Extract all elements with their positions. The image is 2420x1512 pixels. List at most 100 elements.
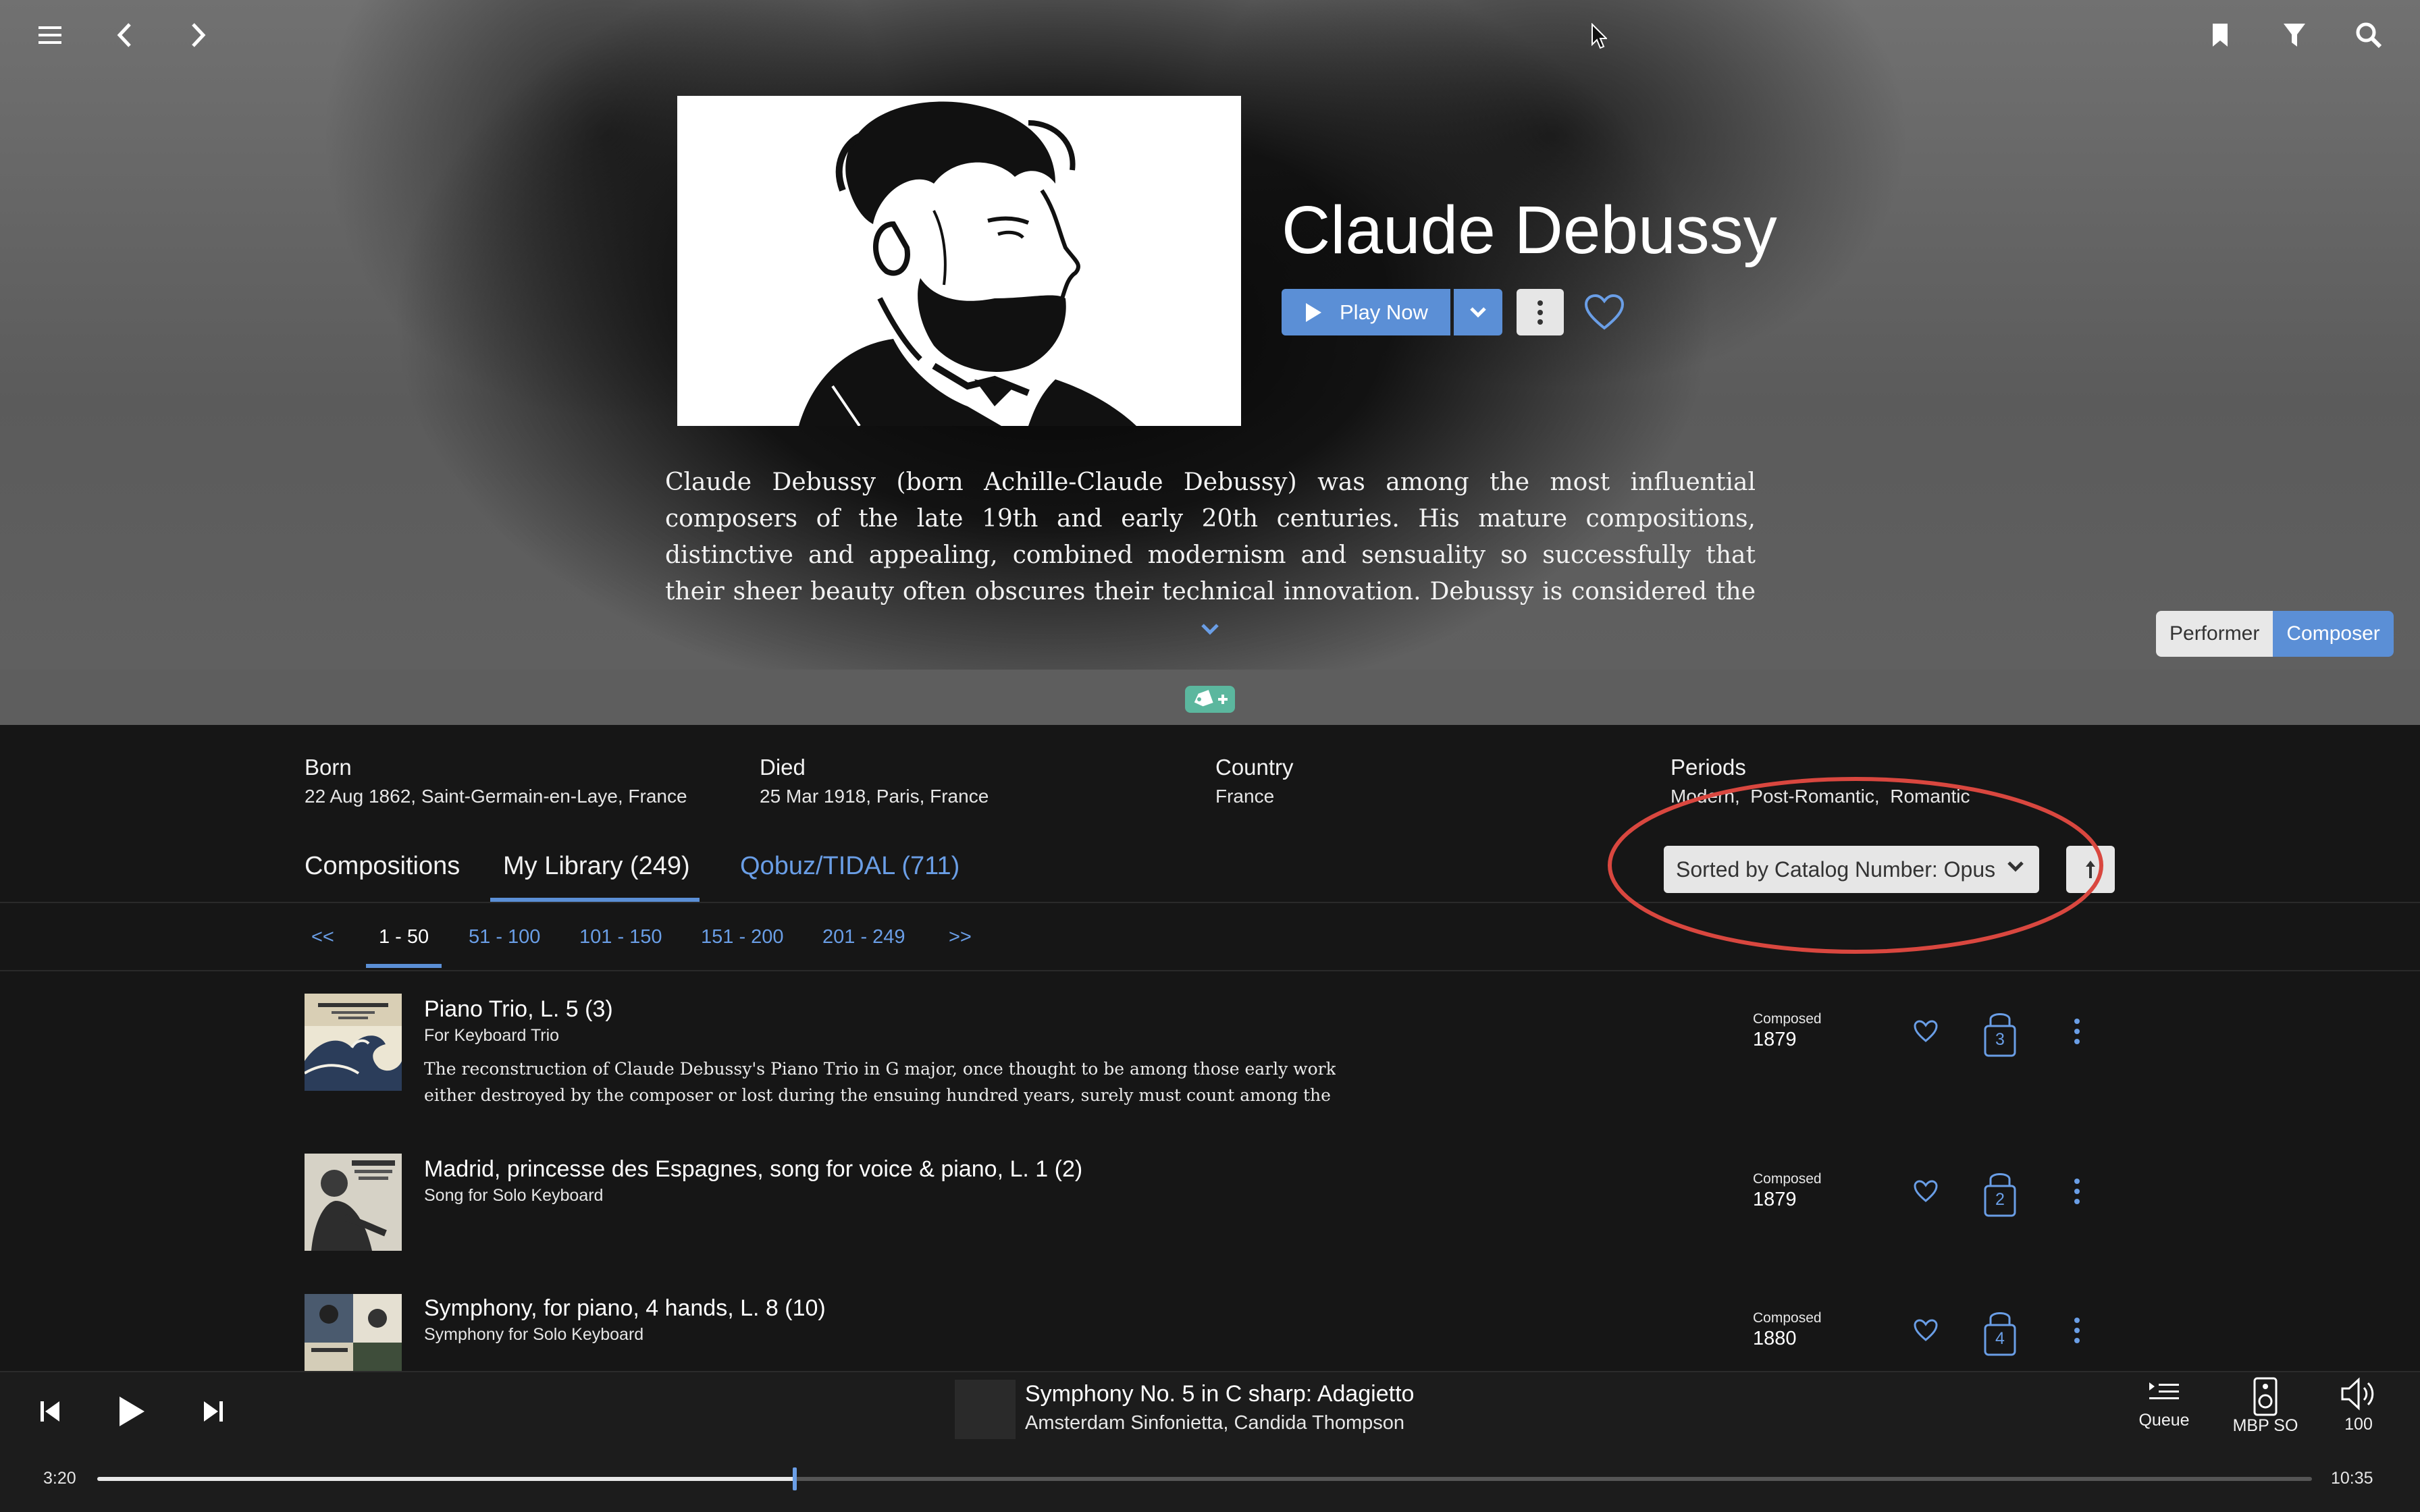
composition-subtitle: Symphony for Solo Keyboard <box>424 1325 644 1344</box>
artist-name: Claude Debussy <box>1282 192 1777 268</box>
died-label: Died <box>760 755 806 780</box>
artist-portrait <box>677 96 1241 426</box>
progress-fill <box>97 1477 795 1481</box>
sort-select-label: Sorted by Catalog Number: Opus <box>1676 857 1996 882</box>
artist-more-button[interactable] <box>1517 289 1564 335</box>
periods-value: Modern, Post-Romantic, Romantic <box>1671 786 1970 807</box>
born-value: 22 Aug 1862, Saint-Germain-en-Laye, Fran… <box>305 786 687 807</box>
play-icon <box>1306 302 1321 322</box>
periods-label: Periods <box>1671 755 1746 780</box>
now-playing-artwork[interactable] <box>955 1380 1016 1439</box>
play-icon <box>120 1397 144 1426</box>
queue-label: Queue <box>2138 1411 2190 1430</box>
performer-toggle[interactable]: Performer <box>2156 611 2273 657</box>
artist-hero: Claude Debussy Play Now Claude Debussy (… <box>0 0 2420 670</box>
queue-icon <box>2149 1382 2179 1399</box>
elapsed-time: 3:20 <box>43 1469 76 1488</box>
speaker-icon <box>2253 1377 2278 1416</box>
zone-button[interactable]: MBP SO <box>2221 1377 2309 1436</box>
add-tag-button[interactable] <box>1185 686 1235 713</box>
volume-icon <box>2341 1377 2374 1411</box>
favorite-button[interactable] <box>1907 1312 1945 1349</box>
composition-subtitle: For Keyboard Trio <box>424 1026 560 1045</box>
skip-previous-button[interactable] <box>31 1395 69 1428</box>
cursor-icon <box>1591 23 1607 50</box>
versions-button[interactable]: 4 <box>1982 1306 2018 1357</box>
search-icon[interactable] <box>2343 9 2394 61</box>
composed-year: 1879 <box>1753 1029 1797 1050</box>
page-next[interactable]: >> <box>949 926 972 948</box>
row-more-button[interactable] <box>2062 1011 2092 1052</box>
artist-biography: Claude Debussy (born Achille-Claude Debu… <box>665 468 1756 605</box>
born-label: Born <box>305 755 352 780</box>
more-vertical-icon <box>2074 1179 2080 1204</box>
versions-button[interactable]: 3 <box>1982 1007 2018 1058</box>
composition-description: either destroyed by the composer or lost… <box>424 1085 1331 1105</box>
page-3[interactable]: 101 - 150 <box>579 926 662 948</box>
album-cover <box>305 1154 402 1251</box>
progress-track[interactable] <box>97 1467 2312 1490</box>
filter-icon[interactable] <box>2269 9 2320 61</box>
versions-count: 3 <box>1995 1030 2005 1049</box>
page-2[interactable]: 51 - 100 <box>469 926 540 948</box>
versions-button[interactable]: 2 <box>1982 1167 2018 1218</box>
sort-select[interactable]: Sorted by Catalog Number: Opus <box>1664 846 2039 893</box>
active-page-indicator <box>366 964 442 968</box>
page-4[interactable]: 151 - 200 <box>701 926 784 948</box>
play-now-button[interactable]: Play Now <box>1282 289 1450 335</box>
composition-title[interactable]: Symphony, for piano, 4 hands, L. 8 (10) <box>424 1295 826 1322</box>
album-cover <box>305 1294 402 1371</box>
page-5[interactable]: 201 - 249 <box>822 926 905 948</box>
play-button[interactable] <box>108 1388 155 1435</box>
died-value: 25 Mar 1918, Paris, France <box>760 786 989 807</box>
favorite-button[interactable] <box>1907 1172 1945 1210</box>
composed-label: Composed <box>1753 1310 1822 1326</box>
back-icon[interactable] <box>99 9 150 61</box>
row-more-button[interactable] <box>2062 1310 2092 1351</box>
tab-compositions[interactable]: Compositions <box>305 852 460 881</box>
row-more-button[interactable] <box>2062 1171 2092 1212</box>
composed-label: Composed <box>1753 1171 1822 1187</box>
heart-icon <box>1914 1319 1938 1341</box>
composition-title[interactable]: Piano Trio, L. 5 (3) <box>424 996 613 1023</box>
heart-icon <box>1584 294 1625 330</box>
skip-next-button[interactable] <box>194 1395 232 1428</box>
composer-toggle[interactable]: Composer <box>2273 611 2394 657</box>
skip-previous-icon <box>41 1401 59 1422</box>
composition-row[interactable]: Piano Trio, L. 5 (3) For Keyboard Trio T… <box>0 986 2420 1141</box>
more-vertical-icon <box>2074 1318 2080 1343</box>
forward-icon[interactable] <box>173 9 224 61</box>
skip-next-icon <box>204 1401 223 1422</box>
bio-expand-button[interactable] <box>1195 614 1225 644</box>
menu-icon[interactable] <box>24 9 76 61</box>
now-playing-artist[interactable]: Amsterdam Sinfonietta, Candida Thompson <box>1025 1412 1404 1434</box>
more-vertical-icon <box>2074 1019 2080 1044</box>
volume-label: 100 <box>2344 1415 2373 1434</box>
sort-direction-button[interactable] <box>2066 846 2115 893</box>
artist-favorite-button[interactable] <box>1577 289 1631 336</box>
play-options-dropdown[interactable] <box>1454 289 1502 335</box>
page-prev[interactable]: << <box>311 926 334 948</box>
composed-year: 1880 <box>1753 1328 1797 1349</box>
bookmark-icon[interactable] <box>2194 9 2246 61</box>
country-value: France <box>1215 786 1275 807</box>
composed-label: Composed <box>1753 1011 1822 1027</box>
volume-button[interactable]: 100 <box>2315 1377 2402 1434</box>
favorite-button[interactable] <box>1907 1013 1945 1050</box>
tab-my-library[interactable]: My Library (249) <box>503 852 690 881</box>
page-1[interactable]: 1 - 50 <box>379 926 429 948</box>
progress-handle[interactable] <box>793 1467 797 1490</box>
composition-row[interactable]: Symphony, for piano, 4 hands, L. 8 (10) … <box>0 1286 2420 1371</box>
versions-count: 4 <box>1995 1329 2005 1348</box>
heart-icon <box>1914 1180 1938 1202</box>
country-label: Country <box>1215 755 1294 780</box>
composition-description: The reconstruction of Claude Debussy's P… <box>424 1059 1336 1079</box>
chevron-down-icon <box>1470 306 1486 318</box>
album-cover <box>305 994 402 1091</box>
queue-button[interactable]: Queue <box>2120 1377 2208 1430</box>
now-playing-title[interactable]: Symphony No. 5 in C sharp: Adagietto <box>1025 1381 1414 1407</box>
play-now-label: Play Now <box>1340 300 1428 324</box>
tab-streaming[interactable]: Qobuz/TIDAL (711) <box>740 852 959 881</box>
composition-title[interactable]: Madrid, princesse des Espagnes, song for… <box>424 1156 1082 1183</box>
composition-row[interactable]: Madrid, princesse des Espagnes, song for… <box>0 1145 2420 1301</box>
